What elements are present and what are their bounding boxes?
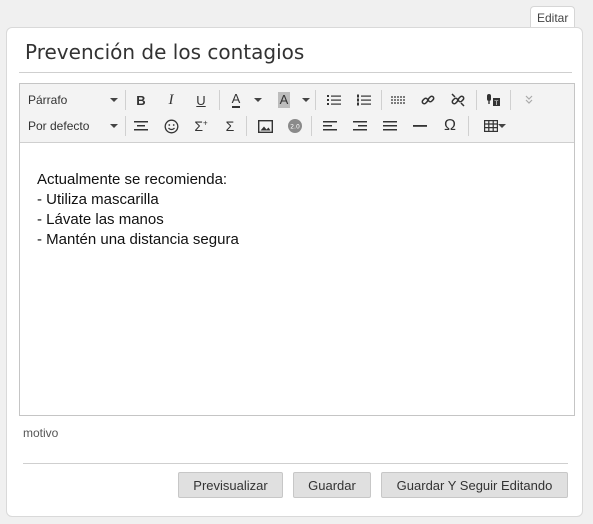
- block-format-dropdown[interactable]: Párrafo: [28, 89, 118, 111]
- editor-line: Actualmente se recomienda:: [37, 171, 228, 188]
- font-family-dropdown[interactable]: Por defecto: [28, 115, 118, 137]
- expand-toolbar-icon: [525, 95, 533, 104]
- badge-20-button[interactable]: 2.0: [284, 115, 306, 137]
- image-icon: [257, 119, 273, 133]
- background-color-icon: A: [277, 92, 291, 108]
- unlink-icon: [451, 93, 465, 107]
- table-icon: [484, 120, 498, 132]
- bullet-list-button[interactable]: [323, 89, 345, 111]
- unlink-button[interactable]: [447, 89, 469, 111]
- text-color-dropdown-icon[interactable]: [254, 98, 262, 102]
- font-family-label: Por defecto: [28, 119, 90, 133]
- toolbar-separator: [219, 90, 220, 110]
- toolbar-separator: [311, 116, 312, 136]
- sum-button[interactable]: Σ: [219, 115, 241, 137]
- motivo-label: motivo: [23, 426, 59, 440]
- rich-text-editor[interactable]: Párrafo B I U A A T Por defecto Σ+ Σ 2.0…: [19, 83, 575, 416]
- link-button[interactable]: [417, 89, 439, 111]
- toolbar-separator: [476, 90, 477, 110]
- expand-toolbar-button[interactable]: [518, 89, 540, 111]
- badge-20-icon: 2.0: [288, 119, 302, 133]
- sum-plus-button[interactable]: Σ+: [190, 115, 212, 137]
- svg-text:T: T: [494, 100, 499, 107]
- link-icon: [421, 95, 435, 105]
- bold-icon: B: [136, 92, 146, 108]
- clean-format-button[interactable]: [387, 89, 409, 111]
- emoji-icon: [164, 119, 178, 133]
- text-color-button[interactable]: A: [225, 89, 247, 111]
- clean-format-icon: [391, 96, 405, 104]
- toolbar-separator: [125, 116, 126, 136]
- align-left-button[interactable]: [319, 115, 341, 137]
- editor-line: - Mantén una distancia segura: [37, 231, 239, 248]
- toolbar-separator: [381, 90, 382, 110]
- chevron-down-icon: [110, 98, 118, 102]
- tab-editar[interactable]: Editar: [530, 6, 576, 27]
- numbered-list-icon: [357, 94, 371, 106]
- background-color-dropdown-icon[interactable]: [302, 98, 310, 102]
- sum-icon: Σ: [225, 118, 235, 134]
- background-color-button[interactable]: A: [273, 89, 295, 111]
- italic-icon: I: [168, 91, 174, 108]
- italic-button[interactable]: I: [160, 89, 182, 111]
- chevron-down-icon: [110, 124, 118, 128]
- block-format-label: Párrafo: [28, 93, 68, 107]
- toolbar-separator: [246, 116, 247, 136]
- speech-to-text-button[interactable]: T: [482, 89, 504, 111]
- bold-button[interactable]: B: [130, 89, 152, 111]
- editor-line: - Utiliza mascarilla: [37, 191, 159, 208]
- align-justify-button[interactable]: [379, 115, 401, 137]
- editor-toolbar: Párrafo B I U A A T Por defecto Σ+ Σ 2.0…: [20, 84, 574, 143]
- svg-text:2.0: 2.0: [290, 124, 300, 131]
- align-justify-icon: [383, 121, 397, 131]
- align-center-button[interactable]: [130, 115, 152, 137]
- table-button[interactable]: [476, 115, 506, 137]
- preview-button[interactable]: Previsualizar: [178, 472, 283, 498]
- title-divider: [19, 72, 572, 73]
- toolbar-separator: [510, 90, 511, 110]
- sum-plus-icon: Σ+: [194, 118, 208, 134]
- horizontal-rule-icon: [413, 125, 427, 127]
- toolbar-separator: [468, 116, 469, 136]
- text-color-icon: A: [231, 91, 241, 108]
- footer-divider: [23, 463, 568, 464]
- numbered-list-button[interactable]: [353, 89, 375, 111]
- align-right-button[interactable]: [349, 115, 371, 137]
- align-left-icon: [323, 121, 337, 131]
- save-button[interactable]: Guardar: [293, 472, 371, 498]
- horizontal-rule-button[interactable]: [409, 115, 431, 137]
- underline-icon: U: [196, 92, 206, 108]
- bullet-list-icon: [327, 95, 341, 105]
- align-right-icon: [353, 121, 367, 131]
- page-title: Prevención de los contagios: [25, 40, 305, 64]
- chevron-down-icon: [498, 124, 506, 128]
- emoji-button[interactable]: [160, 115, 182, 137]
- toolbar-separator: [315, 90, 316, 110]
- content-card: Prevención de los contagios Párrafo B I …: [6, 27, 583, 517]
- underline-button[interactable]: U: [190, 89, 212, 111]
- toolbar-separator: [125, 90, 126, 110]
- editor-line: - Lávate las manos: [37, 211, 164, 228]
- editor-content[interactable]: Actualmente se recomienda: - Utiliza mas…: [37, 170, 239, 250]
- insert-image-button[interactable]: [254, 115, 276, 137]
- save-and-continue-button[interactable]: Guardar Y Seguir Editando: [381, 472, 568, 498]
- speech-to-text-icon: T: [487, 94, 500, 107]
- omega-icon: Ω: [444, 117, 456, 134]
- align-center-icon: [134, 121, 148, 131]
- special-character-button[interactable]: Ω: [439, 115, 461, 137]
